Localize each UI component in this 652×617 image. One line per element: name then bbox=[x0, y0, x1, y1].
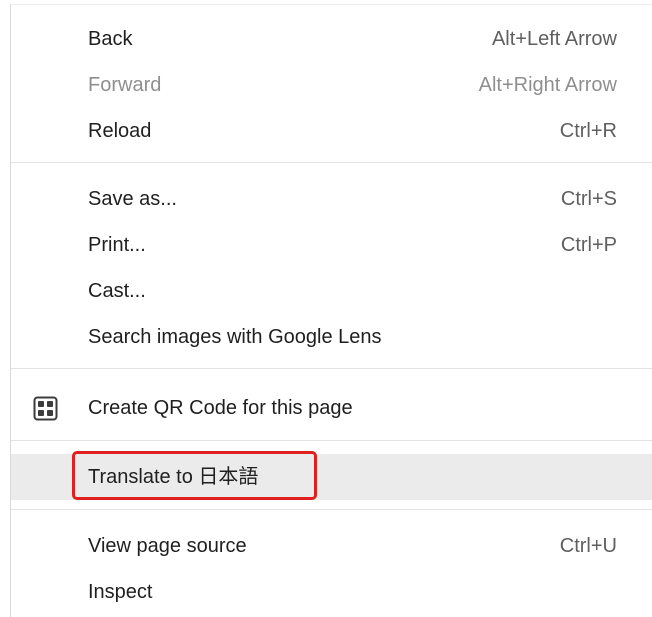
menu-item-label: Translate to 日本語 bbox=[88, 466, 259, 488]
menu-item-label: Cast... bbox=[88, 280, 146, 302]
qr-code-icon bbox=[33, 396, 58, 421]
menu-item-save-as[interactable]: Save as... Ctrl+S bbox=[11, 176, 652, 222]
menu-item-shortcut: Ctrl+P bbox=[560, 234, 617, 256]
menu-separator bbox=[11, 368, 652, 369]
menu-item-label: Search images with Google Lens bbox=[88, 326, 382, 348]
menu-item-label: Inspect bbox=[88, 581, 153, 603]
menu-item-translate[interactable]: Translate to 日本語 bbox=[11, 454, 652, 500]
menu-item-shortcut: Alt+Right Arrow bbox=[478, 74, 617, 96]
menu-item-label: Reload bbox=[88, 120, 152, 142]
menu-item-label: Save as... bbox=[88, 188, 177, 210]
menu-item-shortcut: Ctrl+R bbox=[559, 120, 617, 142]
menu-item-label: Create QR Code for this page bbox=[88, 397, 353, 419]
menu-item-shortcut: Ctrl+U bbox=[559, 535, 617, 557]
menu-item-back[interactable]: Back Alt+Left Arrow bbox=[11, 16, 652, 62]
menu-item-label: Back bbox=[88, 28, 133, 50]
menu-item-create-qr-code[interactable]: Create QR Code for this page bbox=[11, 385, 652, 431]
menu-item-label: Forward bbox=[88, 74, 162, 96]
menu-separator bbox=[11, 440, 652, 441]
menu-item-view-page-source[interactable]: View page source Ctrl+U bbox=[11, 523, 652, 569]
menu-item-inspect[interactable]: Inspect bbox=[11, 569, 652, 615]
menu-item-shortcut: Ctrl+S bbox=[560, 188, 617, 210]
menu-separator bbox=[11, 509, 652, 510]
menu-item-label: View page source bbox=[88, 535, 247, 557]
menu-item-print[interactable]: Print... Ctrl+P bbox=[11, 222, 652, 268]
menu-item-forward: Forward Alt+Right Arrow bbox=[11, 62, 652, 108]
menu-item-reload[interactable]: Reload Ctrl+R bbox=[11, 108, 652, 154]
menu-item-search-google-lens[interactable]: Search images with Google Lens bbox=[11, 314, 652, 360]
menu-item-shortcut: Alt+Left Arrow bbox=[491, 28, 617, 50]
menu-item-label: Print... bbox=[88, 234, 146, 256]
menu-separator bbox=[11, 162, 652, 163]
menu-item-cast[interactable]: Cast... bbox=[11, 268, 652, 314]
